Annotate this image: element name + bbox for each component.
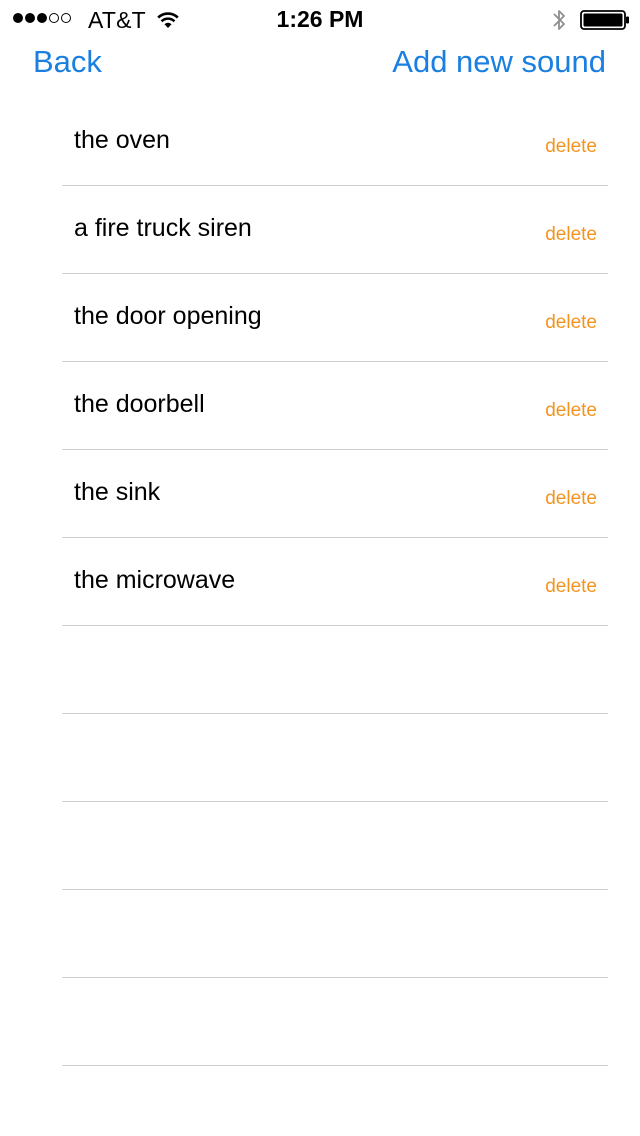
delete-button[interactable]: delete [545, 400, 597, 422]
status-bar: AT&T 1:26 PM [0, 0, 640, 40]
empty-row [62, 714, 608, 802]
back-button[interactable]: Back [33, 44, 102, 80]
delete-button[interactable]: delete [545, 136, 597, 158]
delete-button[interactable]: delete [545, 312, 597, 334]
sound-name: the microwave [74, 566, 236, 594]
status-time: 1:26 PM [276, 6, 364, 32]
empty-row [62, 626, 608, 714]
sound-row[interactable]: the door opening delete [62, 274, 608, 362]
sounds-screen: AT&T 1:26 PM Back Add new sound the oven… [0, 0, 640, 1136]
sound-row[interactable]: the oven delete [62, 98, 608, 186]
sound-name: a fire truck siren [74, 214, 252, 242]
sound-name: the door opening [74, 302, 262, 330]
battery-icon [580, 10, 629, 30]
delete-button[interactable]: delete [545, 224, 597, 246]
sound-row[interactable]: the doorbell delete [62, 362, 608, 450]
delete-button[interactable]: delete [545, 488, 597, 510]
bluetooth-icon [553, 10, 565, 30]
empty-row [62, 978, 608, 1066]
empty-row [62, 802, 608, 890]
sound-row[interactable]: a fire truck siren delete [62, 186, 608, 274]
empty-row [62, 1066, 608, 1136]
add-new-sound-button[interactable]: Add new sound [392, 44, 606, 80]
sound-list: the oven delete a fire truck siren delet… [62, 98, 608, 1136]
delete-button[interactable]: delete [545, 576, 597, 598]
sound-name: the sink [74, 478, 161, 506]
sound-name: the oven [74, 126, 170, 154]
sound-name: the doorbell [74, 390, 205, 418]
sound-row[interactable]: the sink delete [62, 450, 608, 538]
empty-row [62, 890, 608, 978]
sound-row[interactable]: the microwave delete [62, 538, 608, 626]
